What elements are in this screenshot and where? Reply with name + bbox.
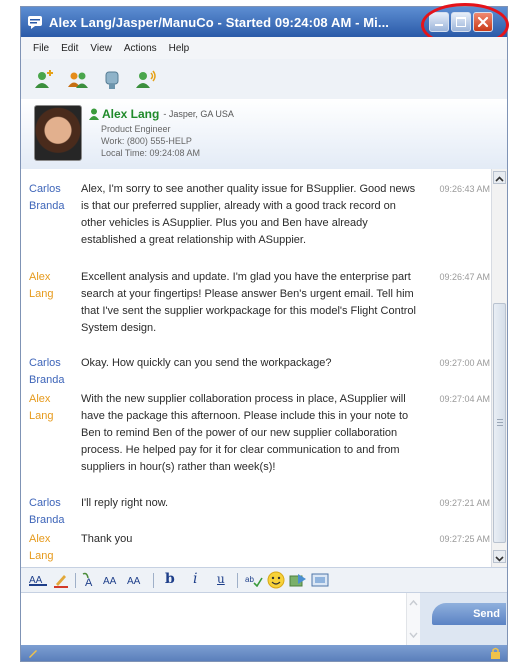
message-text: Okay. How quickly can you send the workp… xyxy=(81,357,332,369)
avatar xyxy=(34,105,82,161)
group-icon[interactable] xyxy=(67,69,89,91)
svg-text:AA: AA xyxy=(127,576,141,587)
scroll-grip xyxy=(497,422,503,423)
svg-text:A: A xyxy=(85,577,93,588)
toolbar-separator xyxy=(153,573,154,588)
format-toolbar: AA A AA AA b i u ab xyxy=(21,567,507,593)
message-time: 09:27:00 AM xyxy=(439,358,490,368)
contact-location: - Jasper, GA USA xyxy=(163,109,234,119)
toolbar xyxy=(21,59,507,100)
send-file-icon[interactable] xyxy=(289,572,307,588)
chat-transcript[interactable]: Carlos Branda Alex, I'm sorry to see ano… xyxy=(21,169,491,567)
voice-call-icon[interactable] xyxy=(135,69,157,91)
contact-name[interactable]: Alex Lang xyxy=(102,107,159,121)
menu-help[interactable]: Help xyxy=(169,43,190,54)
chevron-down-icon xyxy=(409,632,418,639)
bold-button[interactable]: b xyxy=(165,571,175,587)
chat-app-icon xyxy=(28,16,42,29)
text-color-icon[interactable]: AA xyxy=(29,573,47,587)
underline-button[interactable]: u xyxy=(217,572,225,586)
menu-view[interactable]: View xyxy=(90,43,112,54)
online-status-icon xyxy=(89,108,99,120)
menu-edit[interactable]: Edit xyxy=(61,43,78,54)
screen-capture-icon[interactable] xyxy=(311,572,329,588)
emoticon-icon[interactable] xyxy=(267,571,285,589)
input-scrollbar[interactable] xyxy=(406,593,421,645)
transcript-scrollbar[interactable] xyxy=(491,169,507,567)
contact-local-time: Local Time: 09:24:08 AM xyxy=(101,148,201,158)
chevron-up-icon xyxy=(495,176,504,182)
chevron-up-icon xyxy=(409,599,418,606)
send-area: Send xyxy=(420,593,507,645)
chevron-down-icon xyxy=(495,556,504,562)
scroll-down-button[interactable] xyxy=(493,550,506,563)
message-text: Alex, I'm sorry to see another quality i… xyxy=(81,183,416,246)
message-sender: Carlos Branda xyxy=(29,357,65,386)
spell-check-icon[interactable]: ab xyxy=(245,573,263,587)
message-time: 09:27:21 AM xyxy=(439,498,490,508)
message-sender: Alex Lang xyxy=(29,533,54,562)
send-button[interactable]: Send xyxy=(432,603,506,625)
status-bar xyxy=(21,645,507,661)
pin-icon[interactable] xyxy=(101,69,123,91)
scroll-grip xyxy=(497,425,503,426)
contact-phone: Work: (800) 555-HELP xyxy=(101,136,192,146)
italic-button[interactable]: i xyxy=(193,571,197,587)
lock-icon xyxy=(491,647,500,659)
svg-text:ab: ab xyxy=(245,575,254,584)
grow-font-icon[interactable]: AA xyxy=(103,573,123,587)
scroll-grip xyxy=(497,419,503,420)
message-time: 09:27:25 AM xyxy=(439,534,490,544)
contact-name-row: Alex Lang - Jasper, GA USA xyxy=(89,107,234,121)
message-text: Thank you xyxy=(81,533,133,545)
message-text: With the new supplier collaboration proc… xyxy=(81,393,409,473)
font-icon[interactable]: A xyxy=(81,572,99,588)
message-sender: Carlos Branda xyxy=(29,497,65,526)
svg-text:AA: AA xyxy=(103,576,117,587)
message-sender: Alex Lang xyxy=(29,393,54,422)
message-input[interactable] xyxy=(21,593,406,645)
message-sender: Carlos Branda xyxy=(29,183,65,212)
window-title: Alex Lang/Jasper/ManuCo - Started 09:24:… xyxy=(49,14,390,30)
pencil-icon xyxy=(29,650,37,658)
message-text: I'll reply right now. xyxy=(81,497,169,509)
scroll-thumb[interactable] xyxy=(493,303,506,543)
message-sender: Alex Lang xyxy=(29,271,54,300)
shrink-font-icon[interactable]: AA xyxy=(127,573,147,587)
chat-window: Alex Lang/Jasper/ManuCo - Started 09:24:… xyxy=(20,3,509,662)
menu-actions[interactable]: Actions xyxy=(124,43,157,54)
menu-bar: File Edit View Actions Help xyxy=(21,37,507,59)
message-time: 09:26:43 AM xyxy=(439,184,490,194)
toolbar-separator xyxy=(237,573,238,588)
menu-file[interactable]: File xyxy=(33,43,49,54)
contact-card: Alex Lang - Jasper, GA USA Product Engin… xyxy=(21,99,507,170)
highlighter-icon[interactable] xyxy=(53,572,69,588)
scroll-up-button[interactable] xyxy=(493,171,506,184)
add-contact-icon[interactable] xyxy=(33,69,55,91)
toolbar-separator xyxy=(75,573,76,588)
message-time: 09:27:04 AM xyxy=(439,394,490,404)
message-time: 09:26:47 AM xyxy=(439,272,490,282)
contact-title: Product Engineer xyxy=(101,124,171,134)
message-text: Excellent analysis and update. I'm glad … xyxy=(81,271,416,334)
